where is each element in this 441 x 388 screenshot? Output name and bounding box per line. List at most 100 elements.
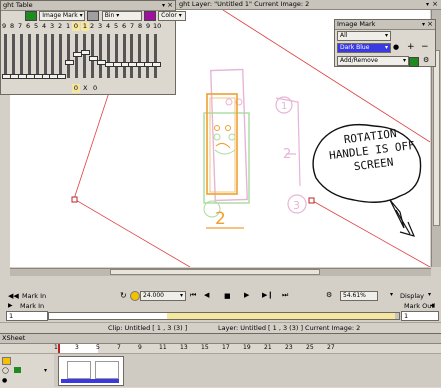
offset-number: 6 (122, 22, 127, 30)
opacity-slider-track[interactable] (146, 34, 150, 78)
opacity-slider-track[interactable] (106, 34, 110, 78)
offset-number: 7 (18, 22, 23, 30)
frame-number: 17 (222, 344, 230, 351)
panel-menu-icon[interactable]: ▾ (162, 1, 165, 10)
canvas-horizontal-scrollbar[interactable] (10, 268, 431, 276)
settings-icon[interactable]: ⚙ (423, 56, 429, 64)
add-icon[interactable]: + (407, 42, 415, 52)
next-frame-button[interactable]: ▶❙ (262, 291, 273, 299)
mark-in-icon[interactable]: ◀◀ (8, 292, 19, 300)
opacity-slider-track[interactable] (35, 34, 39, 78)
opacity-slider-knob[interactable] (81, 50, 90, 55)
mark-in-field[interactable]: 1 (6, 311, 48, 321)
layer-visibility-icon[interactable] (2, 357, 11, 365)
stop-button[interactable]: ■ (224, 292, 231, 300)
chevron-down-icon[interactable]: ▾ (428, 291, 431, 298)
opacity-slider-track[interactable] (130, 34, 134, 78)
opacity-slider-track[interactable] (138, 34, 142, 78)
arrow-left-icon[interactable]: ◀ (430, 302, 435, 309)
close-icon[interactable]: × (427, 20, 433, 29)
corner-handle (308, 197, 315, 204)
xsheet-titlebar: XSheet (0, 334, 441, 344)
frame-range-track[interactable] (48, 312, 400, 320)
mark-out-field[interactable]: 1 (401, 311, 439, 321)
light-table-icon[interactable]: ● (2, 377, 7, 384)
scroll-thumb[interactable] (433, 50, 440, 226)
opacity-slider-track[interactable] (19, 34, 23, 78)
opacity-slider-track[interactable] (67, 34, 71, 78)
chevron-down-icon: ▾ (79, 12, 83, 19)
bin-select[interactable]: Bin ▾ (101, 11, 142, 21)
close-icon[interactable]: × (167, 1, 173, 10)
go-to-end-button[interactable]: ⏭ (282, 291, 288, 300)
frame-number: 21 (264, 344, 272, 351)
mark-row: Mark In Mark Out ▶ ◀ (0, 302, 441, 311)
fps-select[interactable] (130, 291, 140, 301)
image-mark-title: Image Mark (337, 20, 376, 28)
offset-number: 8 (10, 22, 15, 30)
zoom-field[interactable]: 54.61% (340, 291, 378, 301)
image-mark-color-select[interactable]: Dark Blue ▾ (337, 43, 391, 53)
opacity-slider-track[interactable] (43, 34, 47, 78)
exposure-block[interactable] (58, 356, 124, 386)
remove-icon[interactable]: − (421, 42, 429, 52)
circled-label: 3 (293, 199, 300, 212)
color-swatch[interactable] (87, 11, 100, 21)
mark-dot-icon[interactable]: ● (393, 43, 399, 51)
color-swatch[interactable] (409, 57, 419, 67)
light-table-number-row: 9 8 7 6 5 4 3 2 1 0 1 2 3 4 5 6 7 8 9 10 (1, 22, 175, 31)
opacity-slider-knob[interactable] (65, 60, 75, 65)
opacity-slider-track[interactable] (114, 34, 118, 78)
offset-number: 2 (58, 22, 63, 30)
close-icon[interactable]: × (432, 0, 438, 9)
chevron-down-icon[interactable]: ▾ (44, 367, 47, 374)
scroll-thumb[interactable] (110, 269, 320, 275)
display-select[interactable]: Display (400, 292, 424, 300)
opacity-slider-knob[interactable] (57, 74, 67, 79)
window-menu-icon[interactable]: ▾ (426, 0, 429, 9)
go-to-start-button[interactable]: ⏮ (190, 291, 196, 300)
image-mark-filter-select[interactable]: All ▾ (337, 31, 391, 41)
arrow-right-icon[interactable]: ▶ (8, 302, 13, 309)
opacity-slider-track[interactable] (122, 34, 126, 78)
readout-x: X (83, 84, 88, 92)
status-bar: Clip: Untitled [ 1 , 3 (3) ] Layer: Unti… (0, 322, 441, 333)
transport-bar: ◀◀ Mark In ↻ 24.000 ▾ ⏮ ◀ ■ ▶ ▶❙ ⏭ ⚙ 54.6… (0, 291, 441, 302)
offset-number: 9 (2, 22, 7, 30)
add-remove-select[interactable]: Add/Remove ▾ (337, 56, 409, 66)
canvas-titlebar: ght Layer: "Untitled 1" Current Image: 2… (176, 0, 441, 10)
opacity-slider-track[interactable] (11, 34, 15, 78)
opacity-slider-track[interactable] (83, 34, 86, 78)
offset-number: 8 (138, 22, 143, 30)
frame-number: 11 (159, 344, 167, 351)
chevron-down-icon: ▾ (116, 12, 120, 19)
opacity-slider-track[interactable] (59, 34, 63, 78)
opacity-slider-track[interactable] (27, 34, 31, 78)
opacity-slider-track[interactable] (154, 34, 158, 78)
image-mark-select[interactable]: Image Mark ▾ (39, 11, 86, 21)
offset-number: 4 (42, 22, 47, 30)
color-swatch[interactable] (25, 11, 37, 21)
opacity-slider-track[interactable] (98, 34, 102, 78)
play-reverse-button[interactable]: ◀ (204, 291, 209, 299)
fps-field[interactable]: 24.000 ▾ (140, 291, 186, 301)
panel-menu-icon[interactable]: ▾ (422, 20, 425, 29)
play-button[interactable]: ▶ (244, 291, 249, 299)
opacity-slider-track[interactable] (4, 34, 7, 78)
opacity-slider-track[interactable] (51, 34, 55, 78)
xsheet-panel: XSheet 1 3 5 7 9 11 13 15 17 19 21 23 25 27 ◯ ● ▾ (0, 333, 441, 388)
xsheet-title: XSheet (2, 334, 26, 342)
chevron-down-icon: ▾ (384, 44, 388, 51)
opacity-slider-knob[interactable] (152, 62, 162, 67)
xsheet-track[interactable] (54, 354, 441, 387)
lock-icon[interactable]: ◯ (2, 367, 9, 374)
loop-icon[interactable]: ↻ (120, 291, 127, 300)
mark-in-label[interactable]: Mark In (22, 292, 46, 300)
chevron-down-icon[interactable]: ▾ (390, 291, 393, 298)
frame-slider-row: 1 1 (0, 311, 441, 321)
zoom-icon[interactable]: ⚙ (326, 291, 332, 299)
color-swatch[interactable] (14, 367, 21, 373)
color-select[interactable]: Color ▾ (158, 11, 187, 21)
offset-number: 4 (106, 22, 111, 30)
color-swatch[interactable] (143, 11, 156, 21)
